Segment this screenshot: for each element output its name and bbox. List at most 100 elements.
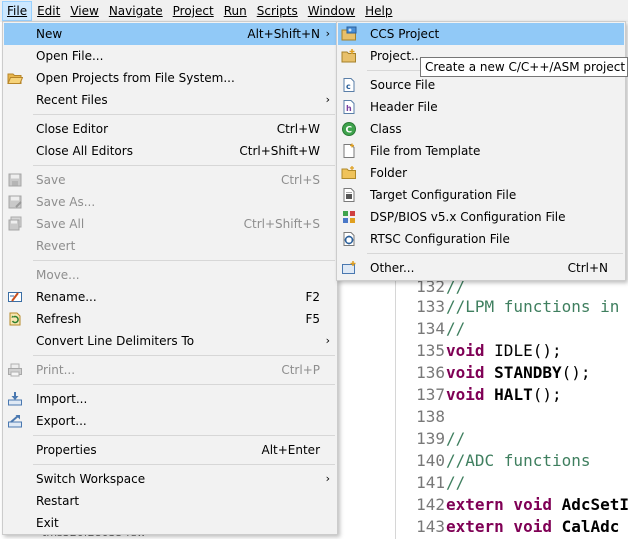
code-line: 135void IDLE(); (416, 341, 562, 360)
file-print-item[interactable]: Print... Ctrl+P (4, 359, 336, 381)
import-icon (7, 391, 23, 407)
new-header-file-item[interactable]: h Header File (338, 96, 624, 118)
file-refresh-item[interactable]: Refresh F5 (4, 308, 336, 330)
rename-icon (7, 289, 23, 305)
shortcut-label: Ctrl+P (281, 363, 320, 377)
code-line: 141// (416, 473, 466, 492)
shortcut-label: Ctrl+S (280, 173, 320, 187)
file-restart-item[interactable]: Restart (4, 490, 336, 512)
menu-separator (33, 384, 335, 385)
print-icon (7, 362, 23, 378)
shortcut-label: Ctrl+W (276, 122, 320, 136)
class-icon: C (341, 121, 357, 137)
file-rename-item[interactable]: Rename... F2 (4, 286, 336, 308)
menu-item-label: Properties (36, 443, 97, 457)
file-open-file-item[interactable]: Open File... (4, 45, 336, 67)
new-other-item[interactable]: Other... Ctrl+N (338, 257, 624, 279)
refresh-icon (7, 311, 23, 327)
file-close-all-editors-item[interactable]: Close All Editors Ctrl+Shift+W (4, 140, 336, 162)
file-close-editor-item[interactable]: Close Editor Ctrl+W (4, 118, 336, 140)
menu-item-label: Header File (370, 100, 438, 114)
menu-bar: File Edit View Navigate Project Run Scri… (0, 0, 628, 22)
shortcut-label: Ctrl+Shift+S (243, 217, 320, 231)
shortcut-label: F2 (305, 290, 320, 304)
menu-scripts[interactable]: Scripts (252, 1, 303, 21)
menu-item-label: Class (370, 122, 402, 136)
new-dspbios-config-item[interactable]: DSP/BIOS v5.x Configuration File (338, 206, 624, 228)
file-export-item[interactable]: Export... (4, 410, 336, 432)
new-source-file-item[interactable]: c Source File (338, 74, 624, 96)
new-project-icon (341, 48, 357, 64)
code-editor[interactable]: 132// 133//LPM functions in 134// 135voi… (395, 280, 628, 539)
menu-separator (367, 253, 623, 254)
file-import-item[interactable]: Import... (4, 388, 336, 410)
code-line: 137void HALT(); (416, 385, 562, 404)
menu-item-label: Print... (36, 363, 76, 377)
menu-item-label: Rename... (36, 290, 97, 304)
menu-separator (33, 260, 335, 261)
menu-item-label: Convert Line Delimiters To (36, 334, 195, 348)
file-recent-files-item[interactable]: Recent Files › (4, 89, 336, 111)
c-source-file-icon: c (341, 77, 357, 93)
menu-help[interactable]: Help (360, 1, 397, 21)
save-as-icon (7, 194, 23, 210)
file-menu: New Alt+Shift+N › Open File... Open Proj… (2, 21, 338, 535)
menu-item-label: Save As... (36, 195, 96, 209)
menu-separator (33, 435, 335, 436)
new-ccs-project-item[interactable]: CCS Project (338, 23, 624, 45)
target-config-icon (341, 187, 357, 203)
menu-view[interactable]: View (65, 1, 103, 21)
new-target-config-item[interactable]: Target Configuration File (338, 184, 624, 206)
file-open-projects-item[interactable]: Open Projects from File System... (4, 67, 336, 89)
menu-item-label: Close Editor (36, 122, 109, 136)
menu-item-label: File from Template (370, 144, 481, 158)
new-file-from-template-item[interactable]: File from Template (338, 140, 624, 162)
menu-item-label: Save (36, 173, 66, 187)
file-switch-workspace-item[interactable]: Switch Workspace › (4, 468, 336, 490)
menu-item-label: New (36, 27, 63, 41)
file-revert-item[interactable]: Revert (4, 235, 336, 257)
shortcut-label: Alt+Shift+N (247, 27, 320, 41)
menu-item-label: Open Projects from File System... (36, 71, 235, 85)
menu-item-label: Target Configuration File (370, 188, 517, 202)
new-class-item[interactable]: C Class (338, 118, 624, 140)
rtsc-config-icon (341, 231, 357, 247)
menu-window[interactable]: Window (303, 1, 360, 21)
file-save-as-item[interactable]: Save As... (4, 191, 336, 213)
file-exit-item[interactable]: Exit (4, 512, 336, 534)
submenu-arrow-icon: › (325, 334, 330, 347)
file-template-icon (341, 143, 357, 159)
svg-text:h: h (346, 104, 352, 113)
menu-item-label: CCS Project (370, 27, 440, 41)
menu-item-label: Exit (36, 516, 59, 530)
svg-text:c: c (346, 82, 351, 91)
menu-file[interactable]: File (2, 1, 33, 21)
menu-item-label: Import... (36, 392, 88, 406)
menu-item-label: Switch Workspace (36, 472, 146, 486)
menu-item-label: Folder (370, 166, 408, 180)
file-new-item[interactable]: New Alt+Shift+N › (4, 23, 336, 45)
code-line: 140//ADC functions (416, 451, 591, 470)
menu-run[interactable]: Run (219, 1, 252, 21)
save-all-icon (7, 216, 23, 232)
menu-item-label: Move... (36, 268, 80, 282)
file-properties-item[interactable]: Properties Alt+Enter (4, 439, 336, 461)
new-folder-item[interactable]: Folder (338, 162, 624, 184)
open-folder-icon (7, 70, 23, 86)
file-save-all-item[interactable]: Save All Ctrl+Shift+S (4, 213, 336, 235)
export-icon (7, 413, 23, 429)
menu-edit[interactable]: Edit (32, 1, 65, 21)
h-header-file-icon: h (341, 99, 357, 115)
file-save-item[interactable]: Save Ctrl+S (4, 169, 336, 191)
shortcut-label: Ctrl+Shift+W (239, 144, 320, 158)
submenu-arrow-icon: › (325, 27, 330, 40)
file-move-item[interactable]: Move... (4, 264, 336, 286)
tooltip: Create a new C/C++/ASM project and (420, 57, 628, 77)
menu-project[interactable]: Project (168, 1, 219, 21)
code-line: 136void STANDBY(); (416, 363, 591, 382)
new-rtsc-config-item[interactable]: RTSC Configuration File (338, 228, 624, 250)
file-convert-line-delimiters-item[interactable]: Convert Line Delimiters To › (4, 330, 336, 352)
submenu-arrow-icon: › (325, 93, 330, 106)
menu-navigate[interactable]: Navigate (104, 1, 168, 21)
menu-item-label: Refresh (36, 312, 82, 326)
